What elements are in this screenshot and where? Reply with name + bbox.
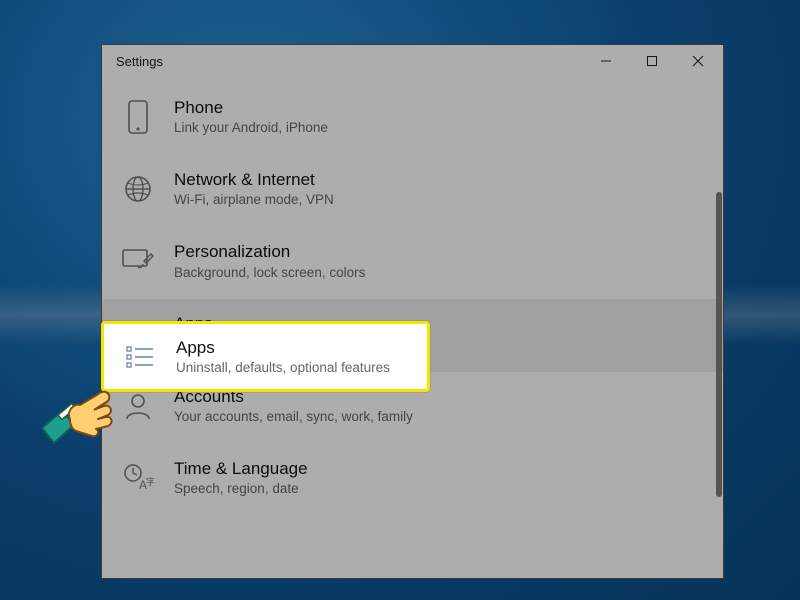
category-title: Phone xyxy=(174,97,699,118)
category-subtitle: Background, lock screen, colors xyxy=(174,265,699,282)
brush-icon xyxy=(120,243,156,279)
category-subtitle: Link your Android, iPhone xyxy=(174,120,699,137)
category-personalization[interactable]: Personalization Background, lock screen,… xyxy=(102,227,723,299)
settings-window: Settings Phone Link your A xyxy=(101,44,724,579)
highlight-apps-callout: Apps Uninstall, defaults, optional featu… xyxy=(101,321,430,392)
category-title: Network & Internet xyxy=(174,169,699,190)
maximize-button[interactable] xyxy=(629,45,675,77)
language-icon: A字 xyxy=(120,460,156,496)
category-time-language[interactable]: A字 Time & Language Speech, region, date xyxy=(102,444,723,516)
close-button[interactable] xyxy=(675,45,721,77)
category-title: Time & Language xyxy=(174,458,699,479)
highlight-subtitle: Uninstall, defaults, optional features xyxy=(176,360,390,375)
category-title: Personalization xyxy=(174,241,699,262)
minimize-button[interactable] xyxy=(583,45,629,77)
category-subtitle: Your accounts, email, sync, work, family xyxy=(174,409,699,426)
window-title: Settings xyxy=(116,54,163,69)
category-subtitle: Wi-Fi, airplane mode, VPN xyxy=(174,192,699,209)
highlight-title: Apps xyxy=(176,338,390,358)
list-icon xyxy=(122,339,158,375)
window-titlebar: Settings xyxy=(102,45,723,77)
globe-icon xyxy=(120,171,156,207)
category-subtitle: Speech, region, date xyxy=(174,481,699,498)
scrollbar-thumb[interactable] xyxy=(716,192,722,497)
person-icon xyxy=(120,388,156,424)
svg-text:字: 字 xyxy=(146,476,154,487)
desktop-background: Settings Phone Link your A xyxy=(0,0,800,600)
phone-icon xyxy=(120,99,156,135)
category-phone[interactable]: Phone Link your Android, iPhone xyxy=(102,83,723,155)
settings-category-list: Phone Link your Android, iPhone Network … xyxy=(102,77,723,516)
category-network[interactable]: Network & Internet Wi-Fi, airplane mode,… xyxy=(102,155,723,227)
